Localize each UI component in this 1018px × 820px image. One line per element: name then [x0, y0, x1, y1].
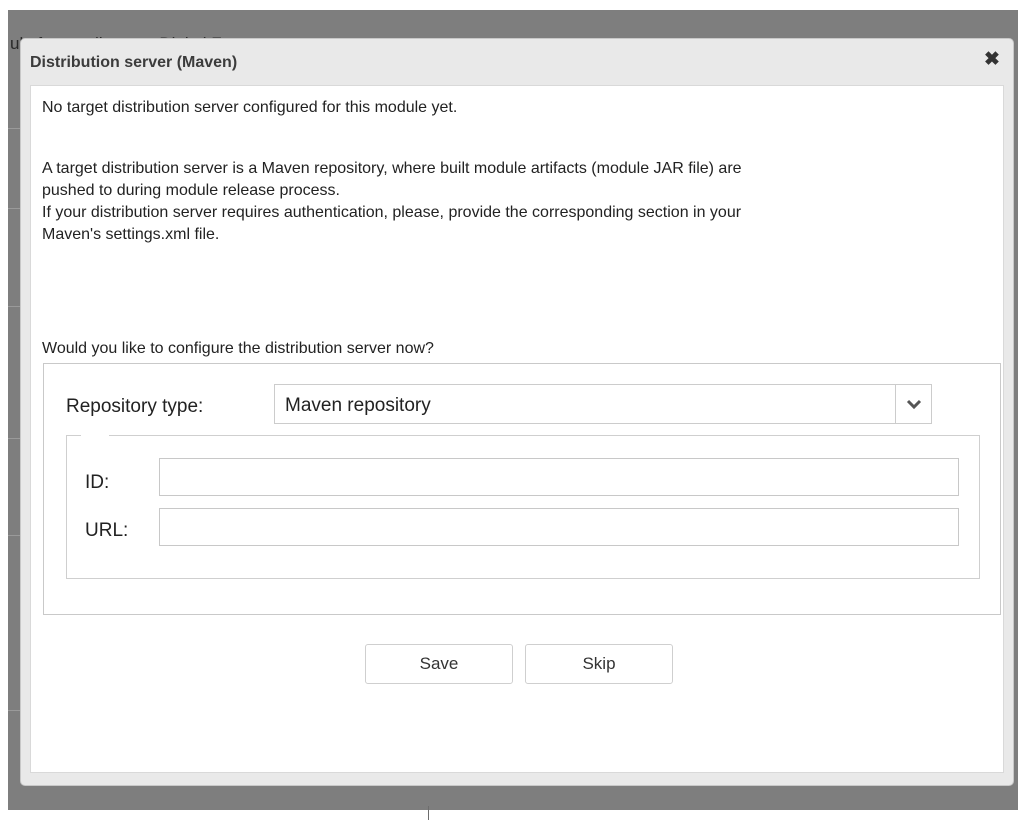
repository-type-select[interactable]: Maven repository [274, 384, 932, 424]
dialog-titlebar[interactable]: Distribution server (Maven) ✖ [21, 39, 1013, 85]
fieldset-legend-gap [81, 435, 109, 437]
auth-text-line-2: Maven's settings.xml file. [42, 226, 220, 243]
chevron-down-icon[interactable] [895, 385, 931, 423]
auth-text-line-1: If your distribution server requires aut… [42, 204, 742, 221]
dialog-content: No target distribution server configured… [30, 85, 1004, 773]
distribution-server-dialog: Distribution server (Maven) ✖ No target … [20, 38, 1014, 786]
url-label: URL: [85, 520, 129, 541]
description-text-line-2: pushed to during module release process. [42, 182, 340, 199]
id-label: ID: [85, 472, 110, 493]
url-field[interactable] [159, 508, 959, 546]
repository-type-value: Maven repository [285, 395, 431, 416]
dialog-title: Distribution server (Maven) [30, 54, 238, 71]
repository-fieldset: Repository type: Maven repository ID: UR… [43, 363, 1001, 615]
configure-question: Would you like to configure the distribu… [42, 340, 434, 357]
save-button[interactable]: Save [365, 644, 513, 684]
repository-details-box: ID: URL: [66, 435, 980, 579]
description-text-line-1: A target distribution server is a Maven … [42, 160, 742, 177]
close-icon[interactable]: ✖ [981, 49, 1003, 71]
no-target-message: No target distribution server configured… [42, 99, 458, 116]
id-field[interactable] [159, 458, 959, 496]
skip-button[interactable]: Skip [525, 644, 673, 684]
background-divider [428, 806, 429, 820]
repository-type-label: Repository type: [66, 396, 204, 417]
